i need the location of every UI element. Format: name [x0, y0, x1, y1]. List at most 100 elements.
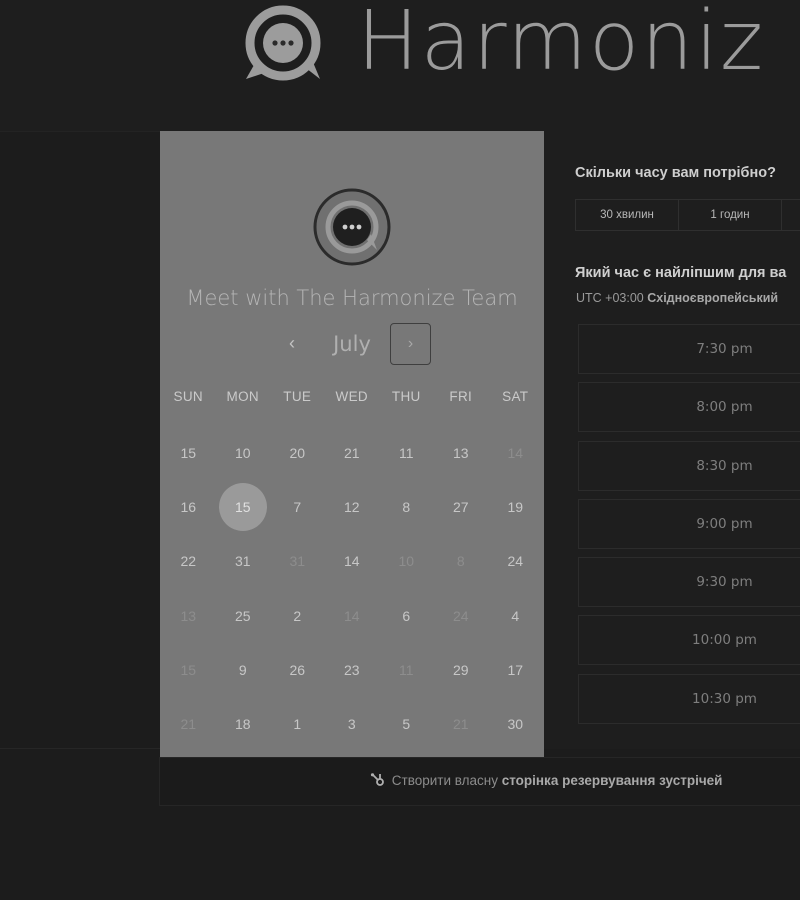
- calendar-day-label: 13: [180, 607, 197, 624]
- calendar-day[interactable]: 24: [488, 534, 543, 588]
- calendar-day-label: 12: [343, 499, 360, 516]
- weekday-label: TUE: [283, 389, 312, 404]
- booking-panel: Скільки часу вам потрібно? 30 хвилин 1 г…: [544, 131, 800, 749]
- calendar-day-selected[interactable]: 15: [216, 480, 271, 534]
- duration-question: Скільки часу вам потрібно?: [575, 165, 776, 181]
- page-footer: Створити власну сторінка резервування зу…: [159, 757, 800, 806]
- calendar-day[interactable]: 9: [216, 643, 271, 697]
- calendar-day[interactable]: 14: [325, 534, 380, 588]
- calendar-day[interactable]: 3: [325, 697, 380, 751]
- prev-month-button[interactable]: ‹: [278, 329, 306, 357]
- time-slot-button[interactable]: 8:30 pm: [578, 440, 800, 491]
- calendar-day[interactable]: 12: [325, 480, 380, 534]
- calendar-day-label: 5: [402, 716, 411, 733]
- calendar-day[interactable]: 27: [434, 480, 489, 534]
- calendar-day: 21: [161, 697, 216, 751]
- calendar-day-label: 6: [402, 607, 411, 624]
- chat-bubble-logo-icon: [245, 5, 321, 81]
- timezone-offset: UTC +03:00: [576, 291, 644, 305]
- calendar-day[interactable]: 22: [161, 534, 216, 588]
- calendar-day[interactable]: 21: [325, 426, 380, 480]
- footer-text-link: сторінка резервування зустрічей: [501, 773, 723, 788]
- calendar-day[interactable]: 19: [488, 480, 543, 534]
- calendar-day[interactable]: 30: [488, 697, 543, 751]
- calendar-day-label: 16: [180, 499, 197, 516]
- calendar-day[interactable]: 5: [379, 697, 434, 751]
- create-booking-page-link[interactable]: Створити власну сторінка резервування зу…: [370, 773, 722, 788]
- calendar-day-label: 15: [234, 499, 251, 516]
- calendar-day-label: 8: [402, 499, 411, 516]
- calendar-day-label: 8: [456, 553, 465, 570]
- calendar-day-label: 22: [180, 553, 197, 570]
- calendar-day[interactable]: 10: [216, 426, 271, 480]
- calendar-day[interactable]: 29: [434, 643, 489, 697]
- calendar-day-label: 31: [289, 553, 306, 570]
- calendar-day[interactable]: 31: [216, 534, 271, 588]
- calendar-day-label: 19: [507, 499, 524, 516]
- calendar-day-label: 26: [289, 661, 306, 678]
- calendar-day[interactable]: 16: [161, 480, 216, 534]
- calendar-days-grid: 15 10 20 21 11 13 14 16 15 7 12 8 27 19 22 31 31 14 10 8 24 1…: [160, 426, 544, 751]
- weekday-label: MON: [226, 389, 259, 404]
- calendar-day[interactable]: 4: [488, 589, 543, 643]
- calendar-day-label: 10: [234, 445, 251, 462]
- footer-text-prefix: Створити власну: [391, 773, 498, 788]
- calendar-day[interactable]: 18: [216, 697, 271, 751]
- calendar-day-label: 29: [452, 661, 469, 678]
- time-slot-button[interactable]: 9:00 pm: [578, 498, 800, 549]
- calendar-day-label: 21: [452, 716, 469, 733]
- duration-option-30min[interactable]: 30 хвилин: [576, 200, 679, 230]
- calendar-day-label: 21: [343, 445, 360, 462]
- calendar-day: 31: [270, 534, 325, 588]
- calendar-day: 14: [325, 589, 380, 643]
- weekday-label: SAT: [502, 389, 529, 404]
- calendar-day[interactable]: 20: [270, 426, 325, 480]
- calendar-day[interactable]: 2: [270, 589, 325, 643]
- calendar-day-label: 17: [507, 661, 524, 678]
- calendar-day-label: 30: [507, 716, 524, 733]
- calendar-day[interactable]: 11: [379, 426, 434, 480]
- page-header: Harmoniz: [0, 0, 800, 132]
- calendar-day[interactable]: 8: [379, 480, 434, 534]
- time-slot-list: 7:30 pm 8:00 pm 8:30 pm 9:00 pm 9:30 pm …: [578, 324, 800, 732]
- calendar-day[interactable]: 7: [270, 480, 325, 534]
- calendar-panel: Meet with The Harmonize Team ‹ July › SU…: [160, 131, 544, 757]
- timezone-label[interactable]: UTC +03:00 Східноєвропейський: [576, 291, 778, 305]
- calendar-day-label: 21: [180, 716, 197, 733]
- chevron-right-icon: ›: [407, 335, 414, 352]
- calendar-day: 8: [434, 534, 489, 588]
- calendar-day-label: 20: [289, 445, 306, 462]
- time-slot-button[interactable]: 9:30 pm: [578, 557, 800, 608]
- calendar-day: 24: [434, 589, 489, 643]
- calendar-day-label: 4: [511, 607, 520, 624]
- calendar-day[interactable]: 15: [161, 426, 216, 480]
- calendar-day-label: 31: [234, 553, 251, 570]
- calendar-day-label: 11: [398, 445, 414, 462]
- brand-name: Harmoniz: [357, 0, 766, 89]
- next-month-button[interactable]: ›: [390, 323, 431, 365]
- calendar-day[interactable]: 25: [216, 589, 271, 643]
- calendar-day-label: 14: [507, 445, 524, 462]
- calendar-day[interactable]: 1: [270, 697, 325, 751]
- calendar-day[interactable]: 23: [325, 643, 380, 697]
- month-label: July: [333, 332, 371, 356]
- calendar-day[interactable]: 6: [379, 589, 434, 643]
- chevron-left-icon: ‹: [289, 333, 295, 353]
- calendar-day-label: 24: [452, 607, 469, 624]
- time-slot-button[interactable]: 8:00 pm: [578, 382, 800, 433]
- time-question: Який час є найліпшим для ва: [575, 265, 787, 281]
- calendar-day-label: 23: [343, 661, 360, 678]
- calendar-day[interactable]: 13: [434, 426, 489, 480]
- weekday-label: FRI: [449, 389, 473, 404]
- calendar-day: 21: [434, 697, 489, 751]
- calendar-day[interactable]: 26: [270, 643, 325, 697]
- calendar-day: 13: [161, 589, 216, 643]
- time-slot-button[interactable]: 10:00 pm: [578, 615, 800, 666]
- duration-option-1hour[interactable]: 1 годин: [679, 200, 782, 230]
- calendar-day[interactable]: 17: [488, 643, 543, 697]
- weekday-label: WED: [335, 389, 368, 404]
- calendar-day-label: 1: [293, 716, 302, 733]
- time-slot-button[interactable]: 7:30 pm: [578, 324, 800, 374]
- calendar-day: 15: [161, 643, 216, 697]
- time-slot-button[interactable]: 10:30 pm: [578, 673, 800, 724]
